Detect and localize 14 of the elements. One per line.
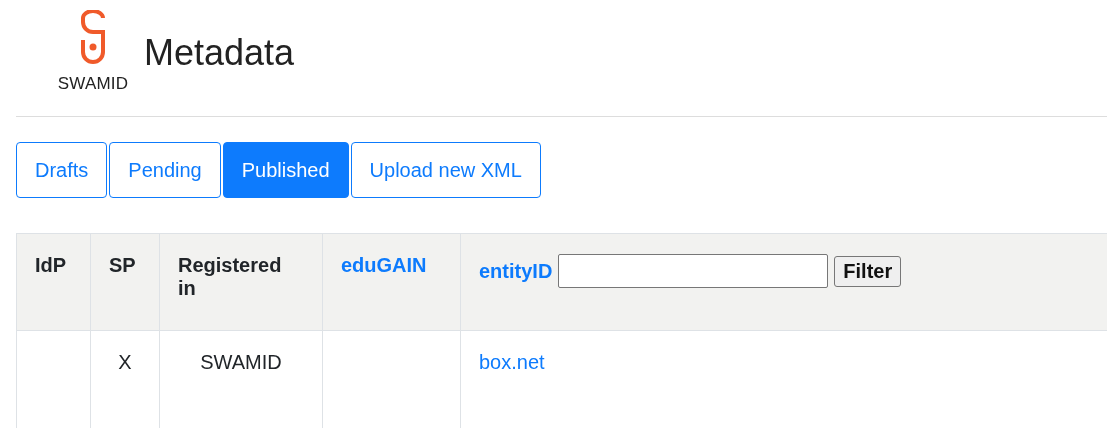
logo-text: SWAMID xyxy=(57,74,129,94)
column-label: IdP xyxy=(35,254,67,276)
entity-id-field[interactable] xyxy=(558,254,829,288)
tab[interactable]: Pending xyxy=(109,142,221,198)
sort-link[interactable]: eduGAIN xyxy=(341,254,427,276)
tab[interactable]: Drafts xyxy=(16,142,108,198)
sort-link[interactable]: entityID xyxy=(479,259,553,283)
tab[interactable]: Upload new XML xyxy=(350,142,541,198)
entity-link[interactable]: box.net xyxy=(479,351,545,373)
column-label: Registered in xyxy=(178,254,282,299)
column-label: SP xyxy=(109,254,136,276)
filter-button[interactable]: Filter xyxy=(834,255,902,287)
page-title: Metadata xyxy=(144,32,295,74)
tab[interactable]: Published xyxy=(222,142,349,198)
